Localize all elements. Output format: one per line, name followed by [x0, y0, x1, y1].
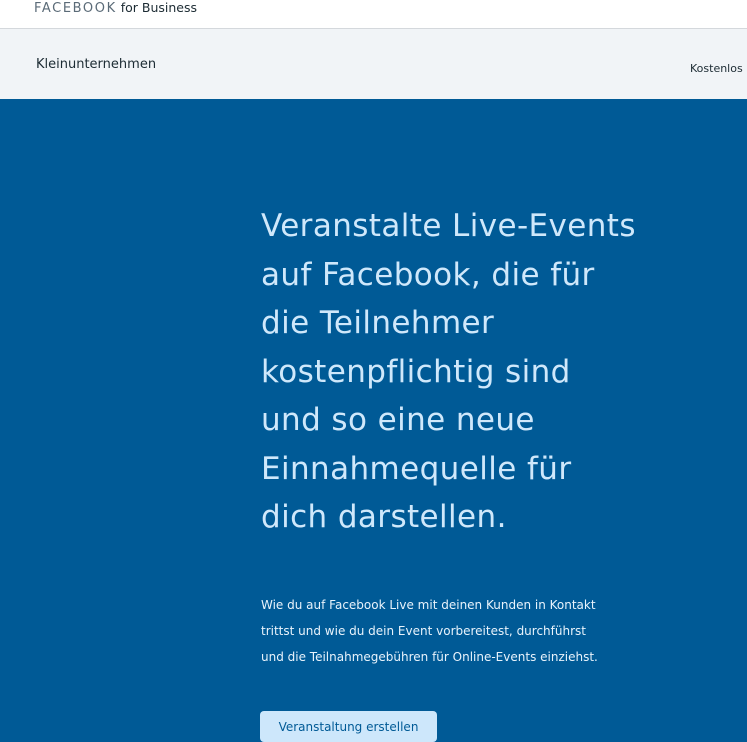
- create-event-button[interactable]: Veranstaltung erstellen: [260, 711, 437, 742]
- hero-section: Veranstalte Live-Events auf Facebook, di…: [0, 99, 747, 742]
- nav-item-kleinunternehmen[interactable]: Kleinunternehmen: [36, 57, 156, 72]
- brand-wordmark: FACEBOOK: [34, 1, 117, 16]
- top-header-bar: FACEBOOK for Business: [0, 0, 747, 29]
- sub-navigation-bar: Kleinunternehmen Kostenlos: [0, 29, 747, 99]
- hero-description: Wie du auf Facebook Live mit deinen Kund…: [261, 598, 598, 664]
- hero-title: Veranstalte Live-Events auf Facebook, di…: [261, 208, 636, 535]
- facebook-for-business-logo[interactable]: FACEBOOK for Business: [34, 0, 197, 17]
- nav-item-kostenlos[interactable]: Kostenlos: [690, 62, 743, 75]
- brand-suffix: for Business: [120, 0, 198, 15]
